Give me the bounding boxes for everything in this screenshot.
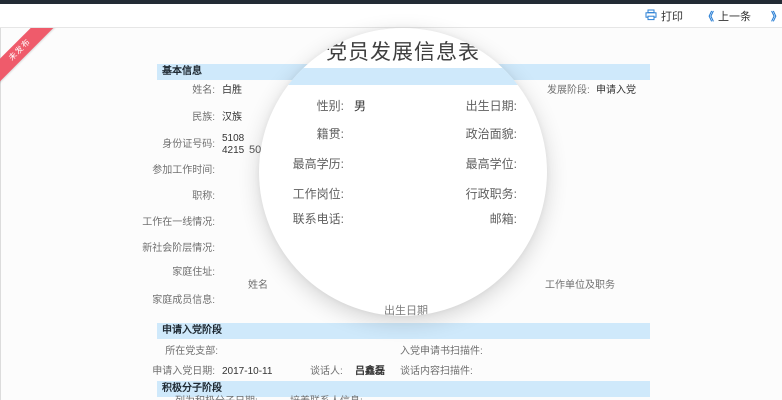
application-scan-label: 入党申请书扫描件: bbox=[400, 346, 483, 358]
ethnicity-label: 民族: bbox=[95, 112, 215, 124]
print-label: 打印 bbox=[661, 8, 683, 24]
name-value: 白胜 bbox=[222, 85, 242, 97]
status-ribbon-wrap: 未发布 bbox=[0, 28, 64, 92]
double-chevron-left-icon: 《 bbox=[703, 8, 714, 24]
stage-label: 发展阶段: bbox=[547, 85, 590, 97]
talk-scan-label: 谈话内容扫描件: bbox=[400, 366, 473, 378]
next-record-button[interactable]: 》 下 bbox=[771, 8, 782, 24]
family-col-name: 姓名 bbox=[248, 280, 268, 292]
ethnicity-value: 汉族 bbox=[222, 112, 242, 124]
gender-label: 性别: bbox=[259, 97, 344, 114]
degree-label: 最高学位: bbox=[399, 155, 517, 172]
print-button[interactable]: 打印 bbox=[645, 8, 683, 24]
activist-partial-left-label: 列为积极分子日期: bbox=[175, 396, 258, 400]
double-chevron-right-icon: 》 bbox=[771, 8, 782, 24]
family-members-label: 家庭成员信息: bbox=[95, 295, 215, 307]
social-stratum-label: 新社会阶层情况: bbox=[95, 243, 215, 255]
prev-record-button[interactable]: 《 上一条 bbox=[703, 8, 751, 24]
prev-record-label: 上一条 bbox=[718, 8, 751, 24]
frontline-label: 工作在一线情况: bbox=[95, 217, 215, 229]
phone-label: 联系电话: bbox=[259, 210, 344, 227]
party-branch-label: 所在党支部: bbox=[95, 346, 218, 358]
home-address-label: 家庭住址: bbox=[95, 267, 215, 279]
apply-date-value: 2017-10-11 bbox=[222, 366, 272, 378]
talker-value: 吕鑫磊 bbox=[355, 366, 385, 378]
id-number-label: 身份证号码: bbox=[95, 139, 215, 151]
admin-duty-label: 行政职务: bbox=[399, 185, 517, 202]
toolbar: 打印 《 上一条 》 下 bbox=[0, 4, 782, 28]
apply-date-label: 申请入党日期: bbox=[95, 366, 215, 378]
native-place-label: 籍贯: bbox=[259, 125, 344, 142]
printer-icon bbox=[645, 9, 657, 24]
magnifier-circle: 党员发展信息表 性别: 男 出生日期: 籍贯: 政治面貌: 最高学历: 最高学位… bbox=[259, 28, 547, 316]
political-status-label: 政治面貌: bbox=[399, 125, 517, 142]
magnified-section-bar bbox=[259, 68, 547, 85]
form-title: 党员发展信息表 bbox=[259, 36, 547, 66]
work-post-label: 工作岗位: bbox=[259, 185, 344, 202]
id-number-line2: 4215 bbox=[222, 145, 244, 157]
toolbar-items: 打印 《 上一条 》 下 bbox=[645, 4, 782, 28]
page: 打印 《 上一条 》 下 未发布 基本信息 姓名: 白胜 发展阶段: 申请入党 … bbox=[0, 0, 782, 400]
education-label: 最高学历: bbox=[259, 155, 344, 172]
stage-value: 申请入党 bbox=[596, 85, 636, 97]
job-title-label: 职称: bbox=[95, 191, 215, 203]
status-ribbon-unpublished: 未发布 bbox=[0, 28, 57, 87]
work-start-label: 参加工作时间: bbox=[95, 165, 215, 177]
talker-label: 谈话人: bbox=[310, 366, 343, 378]
section-header-apply-stage: 申请入党阶段 bbox=[157, 323, 650, 339]
id-number-line1: 5108 bbox=[222, 133, 244, 145]
family-col-work: 工作单位及职务 bbox=[545, 280, 615, 292]
section-header-activist-stage: 积极分子阶段 bbox=[157, 381, 650, 397]
birthdate-label: 出生日期: bbox=[399, 97, 517, 114]
email-label: 邮箱: bbox=[399, 210, 517, 227]
activist-partial-right-label: 培养联系人信息: bbox=[290, 396, 363, 400]
magnified-partial-birthdate-header: 出生日期 bbox=[384, 302, 428, 316]
name-label: 姓名: bbox=[95, 85, 215, 97]
gender-value: 男 bbox=[354, 97, 366, 114]
